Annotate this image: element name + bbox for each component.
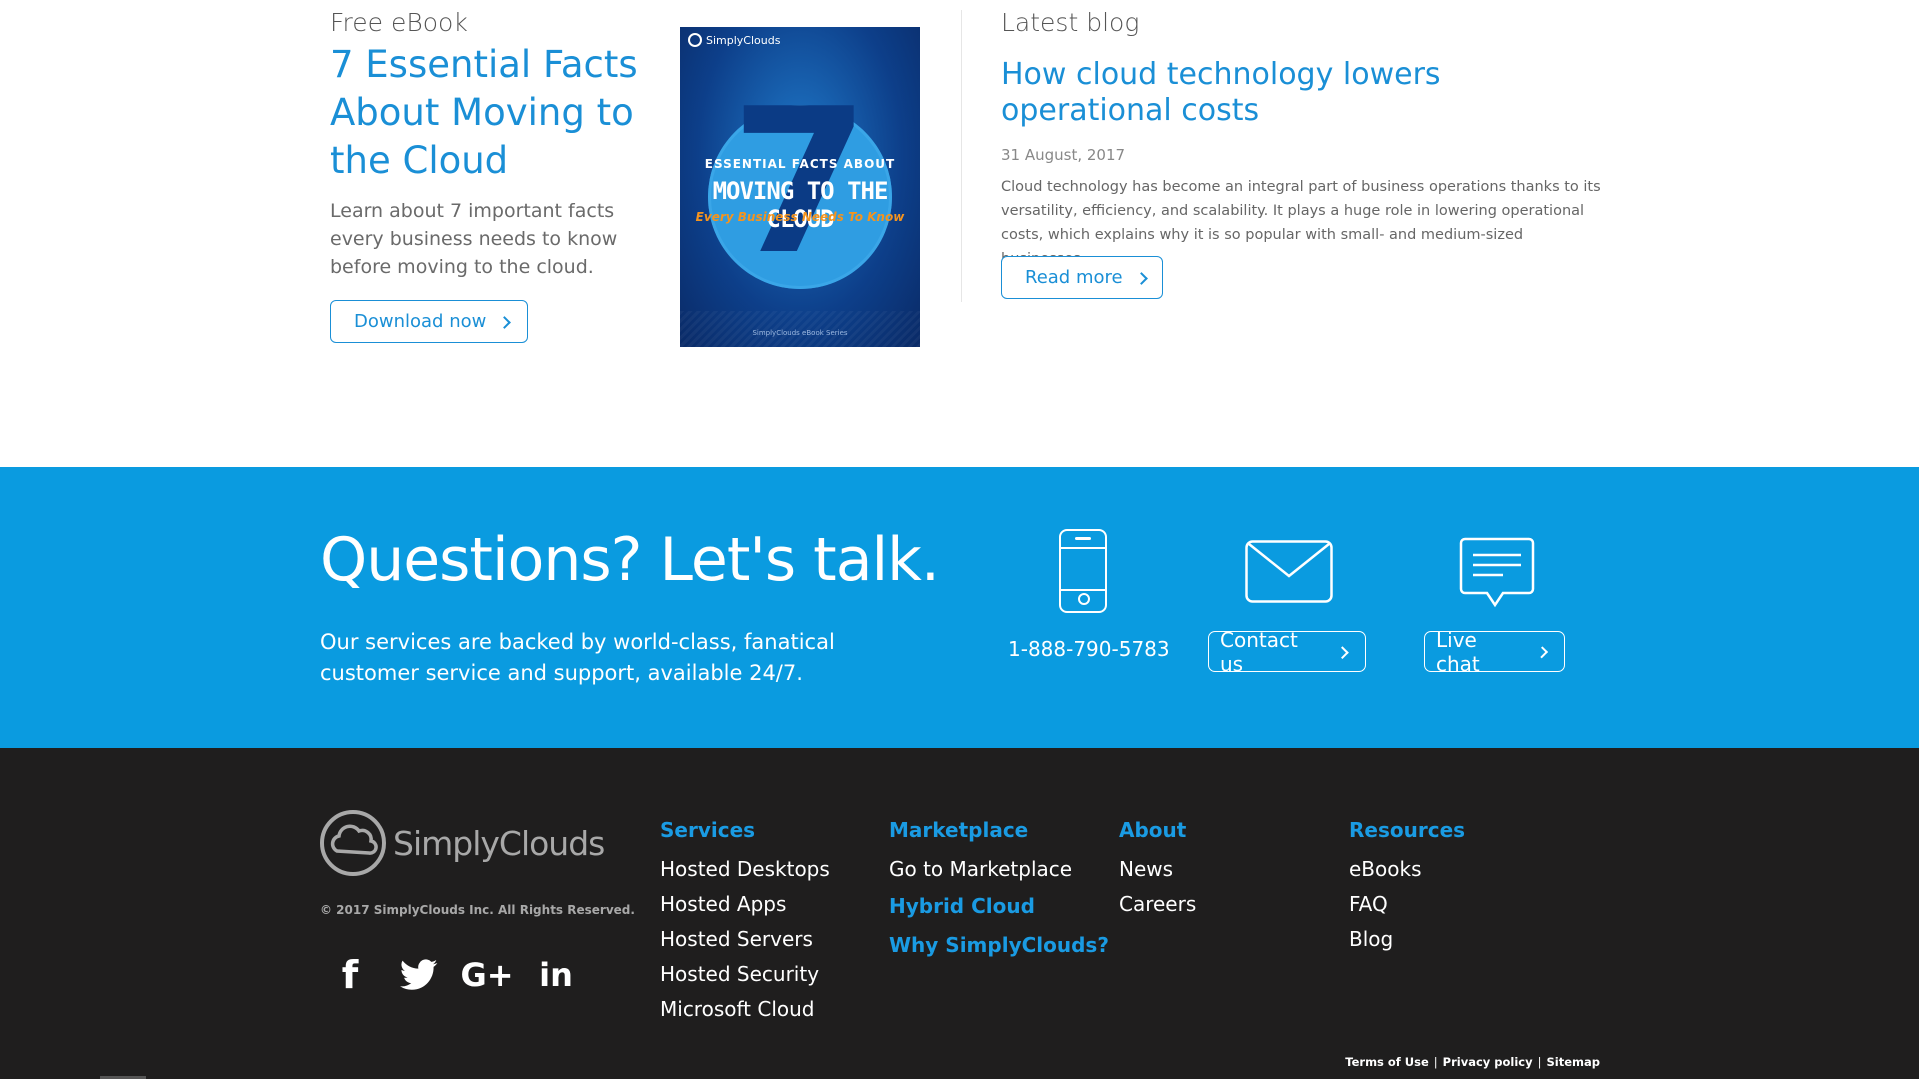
- read-more-label: Read more: [1025, 267, 1123, 288]
- contact-subtitle: Our services are backed by world-class, …: [320, 630, 835, 685]
- ebook-eyebrow: Free eBook: [330, 8, 468, 37]
- cloud-logo-icon: [688, 33, 702, 47]
- copyright: © 2017 SimplyClouds Inc. All Rights Rese…: [320, 903, 635, 917]
- ebook-cover-image[interactable]: SimplyClouds 7 ESSENTIAL FACTS ABOUT MOV…: [680, 27, 920, 347]
- blog-date: 31 August, 2017: [1001, 146, 1126, 164]
- facebook-icon[interactable]: f: [323, 948, 377, 1002]
- services-heading[interactable]: Services: [660, 818, 830, 842]
- logo-text: SimplyClouds: [393, 823, 605, 863]
- footer-column-about: About News Careers: [1119, 818, 1196, 922]
- privacy-policy-link[interactable]: Privacy policy: [1443, 1055, 1533, 1069]
- resources-heading[interactable]: Resources: [1349, 818, 1465, 842]
- sitemap-link[interactable]: Sitemap: [1547, 1055, 1601, 1069]
- phone-icon: [1059, 529, 1107, 613]
- footer-logo[interactable]: SimplyClouds: [319, 809, 605, 877]
- legal-links: Terms of Use | Privacy policy | Sitemap: [1345, 1055, 1600, 1069]
- live-chat-button[interactable]: Live chat: [1424, 628, 1565, 676]
- contact-us-label: Contact us: [1220, 627, 1298, 676]
- twitter-icon[interactable]: [392, 948, 446, 1002]
- footer-column-services: Services Hosted Desktops Hosted Apps Hos…: [660, 818, 830, 1027]
- chevron-right-icon: [1336, 645, 1349, 659]
- terms-of-use-link[interactable]: Terms of Use: [1345, 1055, 1429, 1069]
- footer-column-resources: Resources eBooks FAQ Blog: [1349, 818, 1465, 957]
- cover-brand-text: SimplyClouds: [706, 33, 781, 47]
- twitter-bird-glyph: [400, 959, 438, 990]
- chat-bubble-icon: [1459, 537, 1535, 608]
- cover-line-2: MOVING TO THE CLOUD: [712, 177, 889, 233]
- footer-link-hybrid-cloud[interactable]: Hybrid Cloud: [889, 887, 1109, 926]
- legal-separator: |: [1537, 1055, 1542, 1069]
- about-heading[interactable]: About: [1119, 818, 1196, 842]
- cover-line-1: ESSENTIAL FACTS ABOUT: [704, 157, 896, 171]
- contact-band: Questions? Let's talk. Our services are …: [0, 467, 1919, 748]
- chevron-right-icon: [1535, 645, 1548, 659]
- cover-footer: SimplyClouds eBook Series: [752, 329, 848, 337]
- ebook-promo: Free eBook 7 Essential Facts About Movin…: [330, 8, 670, 281]
- mail-icon: [1245, 540, 1333, 603]
- footer-link-news[interactable]: News: [1119, 852, 1196, 887]
- cover-line-3: Every Business Needs To Know: [695, 210, 905, 224]
- legal-separator: |: [1433, 1055, 1438, 1069]
- ebook-description: Learn about 7 important facts every busi…: [330, 200, 618, 278]
- marketplace-heading[interactable]: Marketplace: [889, 818, 1109, 842]
- simplyclouds-logo-icon: [320, 810, 386, 876]
- footer-column-marketplace: Marketplace Go to Marketplace Hybrid Clo…: [889, 818, 1109, 965]
- linkedin-icon[interactable]: in: [529, 948, 583, 1002]
- footer-link-microsoft-cloud[interactable]: Microsoft Cloud: [660, 992, 830, 1027]
- footer-link-hosted-security[interactable]: Hosted Security: [660, 957, 830, 992]
- site-footer: SimplyClouds © 2017 SimplyClouds Inc. Al…: [0, 748, 1919, 1079]
- footer-link-faq[interactable]: FAQ: [1349, 887, 1465, 922]
- blog-title-link[interactable]: How cloud technology lowers operational …: [1001, 57, 1611, 129]
- read-more-button[interactable]: Read more: [1001, 256, 1163, 299]
- ebook-title-link[interactable]: 7 Essential Facts About Moving to the Cl…: [330, 41, 670, 185]
- section-divider: [961, 10, 962, 302]
- latest-blog: Latest blog How cloud technology lowers …: [1001, 8, 1611, 271]
- chevron-right-icon: [498, 315, 512, 329]
- contact-us-button[interactable]: Contact us: [1208, 628, 1366, 676]
- footer-link-hosted-desktops[interactable]: Hosted Desktops: [660, 852, 830, 887]
- contact-title: Questions? Let's talk.: [320, 525, 940, 595]
- footer-link-hosted-apps[interactable]: Hosted Apps: [660, 887, 830, 922]
- blog-eyebrow: Latest blog: [1001, 8, 1140, 37]
- footer-link-why-simplyclouds[interactable]: Why SimplyClouds?: [889, 926, 1109, 965]
- download-now-label: Download now: [354, 311, 487, 332]
- live-chat-label: Live chat: [1436, 627, 1480, 676]
- phone-number-link[interactable]: 1-888-790-5783: [1008, 637, 1170, 661]
- footer-link-careers[interactable]: Careers: [1119, 887, 1196, 922]
- download-now-button[interactable]: Download now: [330, 300, 529, 343]
- cover-brand: SimplyClouds: [688, 33, 780, 47]
- chevron-right-icon: [1134, 271, 1148, 285]
- footer-link-go-to-marketplace[interactable]: Go to Marketplace: [889, 852, 1109, 887]
- google-plus-icon[interactable]: G+: [460, 948, 514, 1002]
- top-section: Free eBook 7 Essential Facts About Movin…: [0, 0, 1919, 467]
- footer-link-blog[interactable]: Blog: [1349, 922, 1465, 957]
- footer-link-ebooks[interactable]: eBooks: [1349, 852, 1465, 887]
- footer-link-hosted-servers[interactable]: Hosted Servers: [660, 922, 830, 957]
